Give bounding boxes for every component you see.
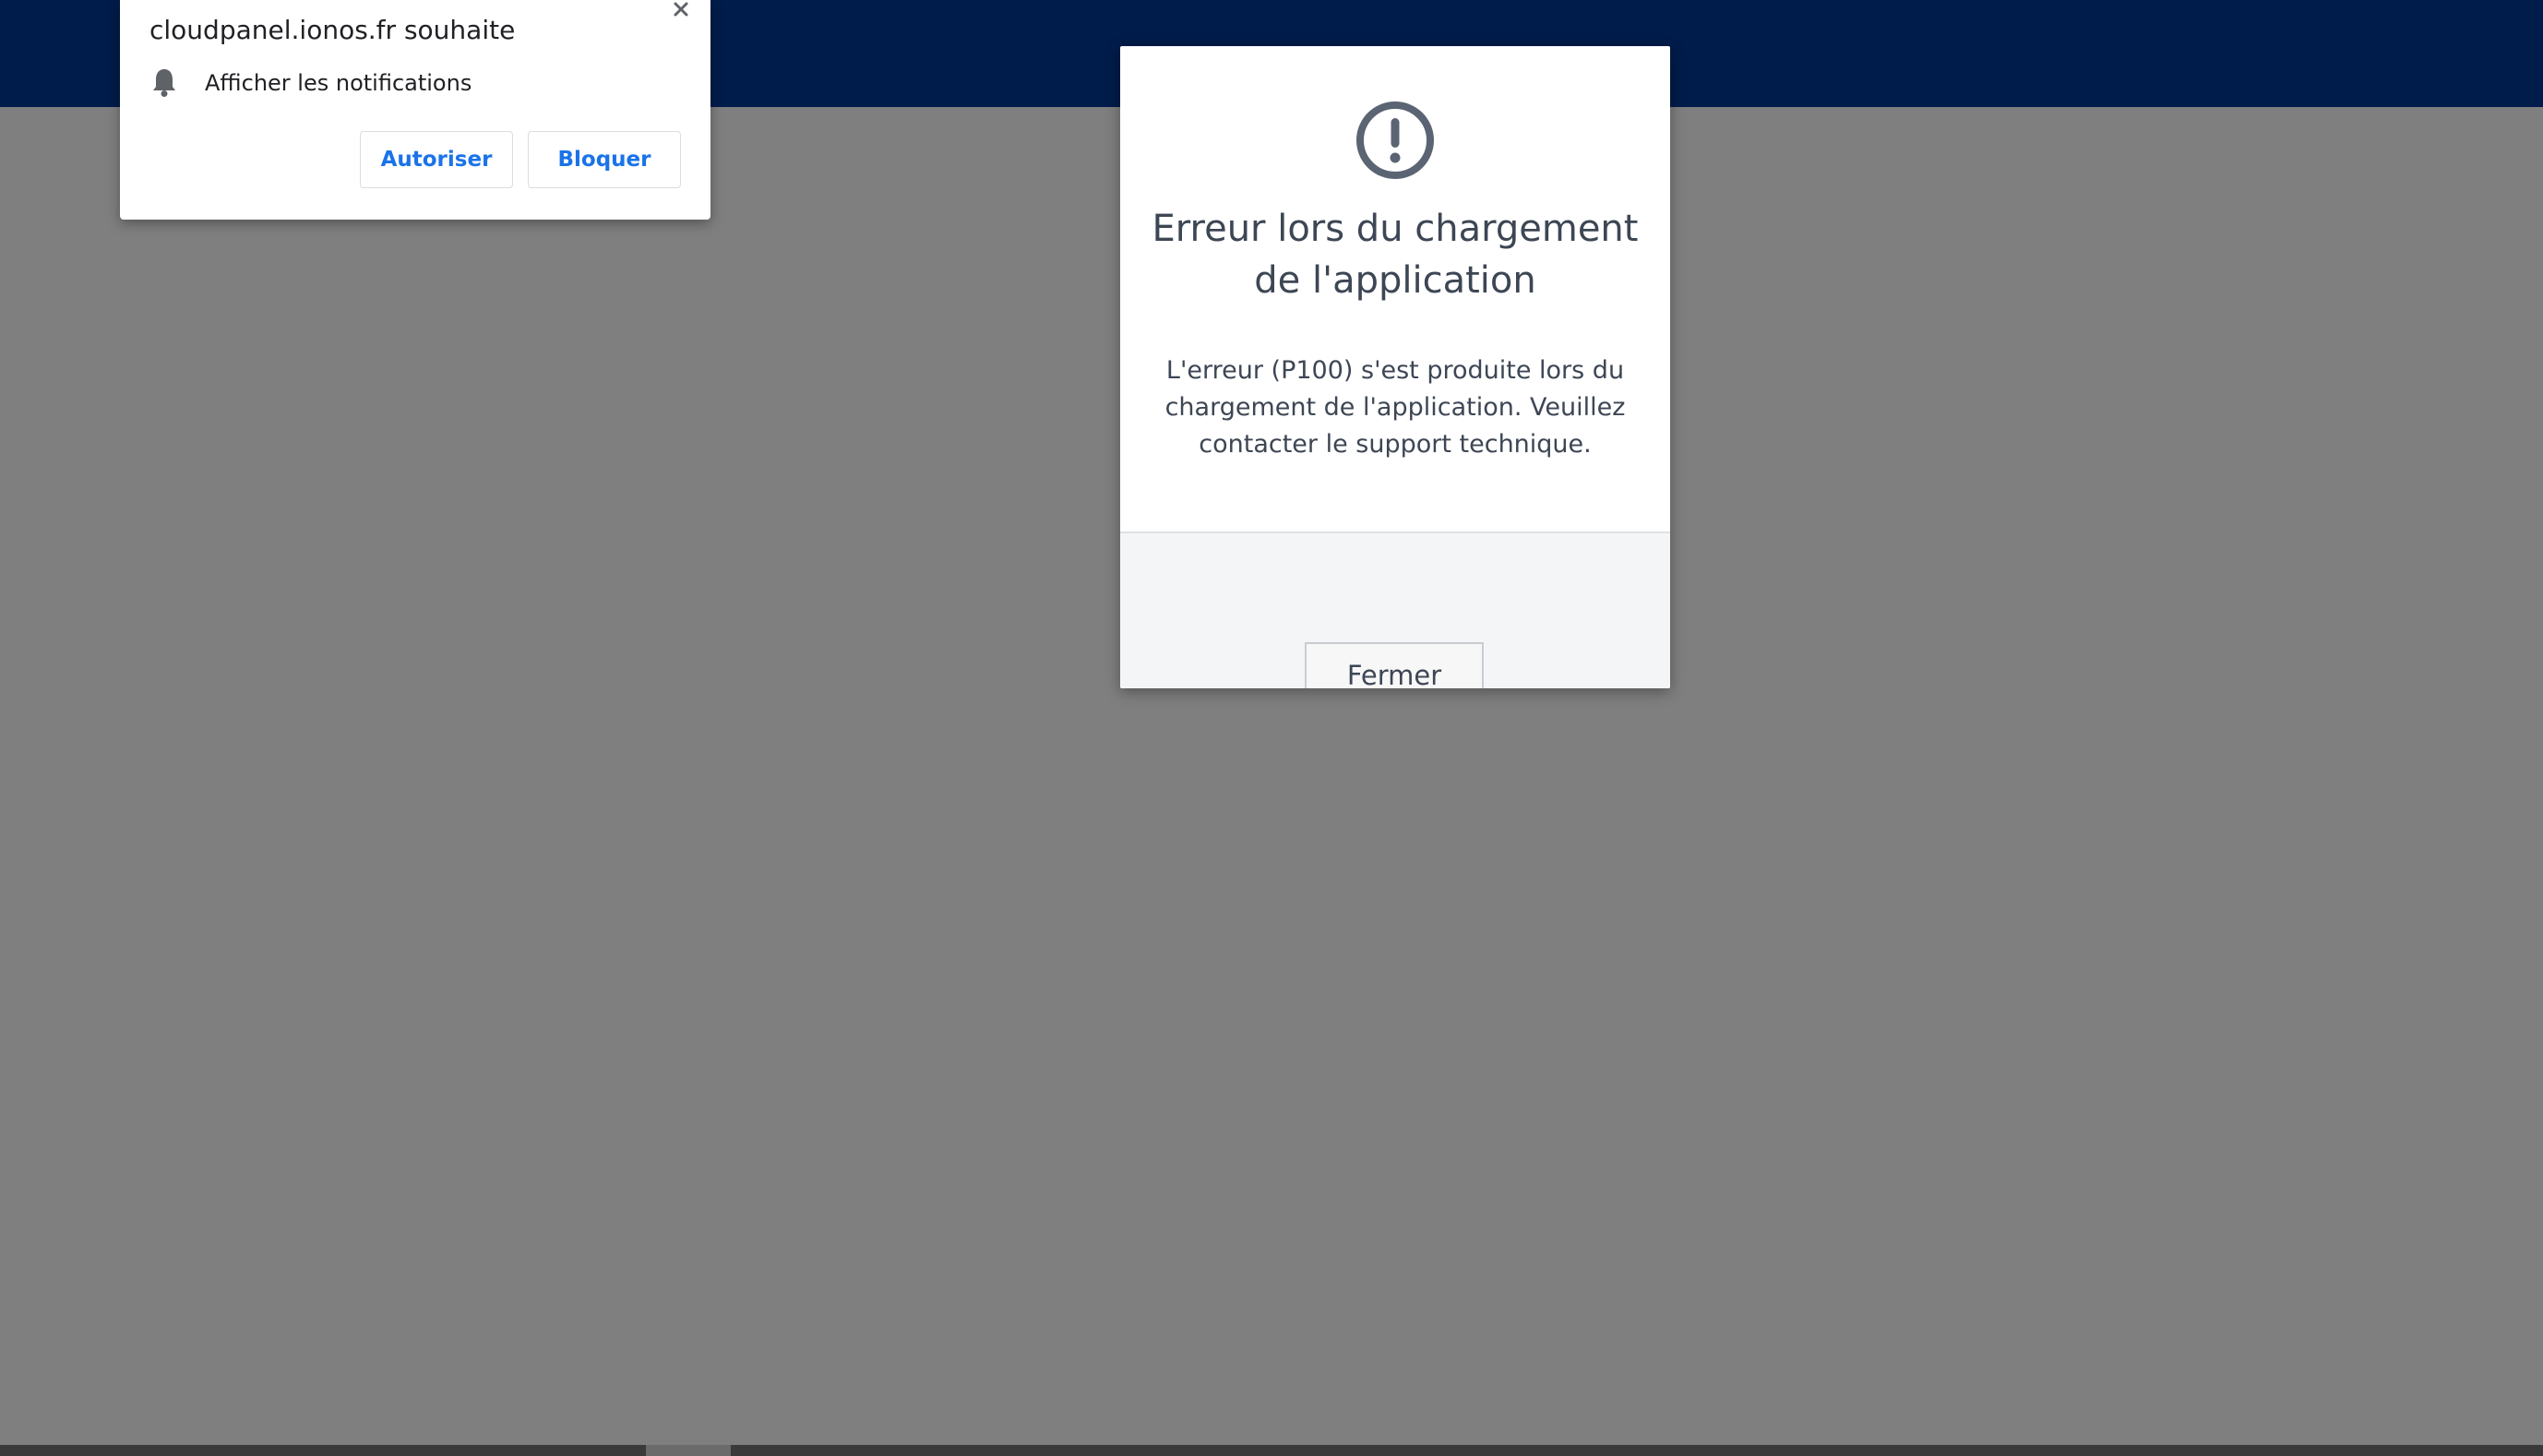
error-dialog: Erreur lors du chargement de l'applicati… (1120, 46, 1670, 688)
page: cloudpanel.ionos.fr souhaite Afficher le… (0, 0, 2543, 1456)
notification-permission-popup: cloudpanel.ionos.fr souhaite Afficher le… (120, 0, 710, 220)
dialog-title: Erreur lors du chargement de l'applicati… (1152, 208, 1639, 302)
allow-button[interactable]: Autoriser (360, 131, 513, 188)
close-icon[interactable] (663, 0, 699, 26)
dialog-message: L'erreur (P100) s'est produite lors du c… (1164, 356, 1626, 459)
permission-text: Afficher les notifications (205, 70, 472, 96)
bell-icon (149, 66, 179, 98)
bottom-scrollbar[interactable] (0, 1445, 2543, 1456)
scrollbar-thumb[interactable] (646, 1445, 731, 1456)
popup-title: cloudpanel.ionos.fr souhaite (149, 15, 516, 45)
block-button[interactable]: Bloquer (528, 131, 681, 188)
close-button[interactable]: Fermer (1305, 642, 1484, 688)
dialog-footer: Fermer (1120, 531, 1670, 688)
exclamation-circle-icon (1355, 100, 1436, 181)
